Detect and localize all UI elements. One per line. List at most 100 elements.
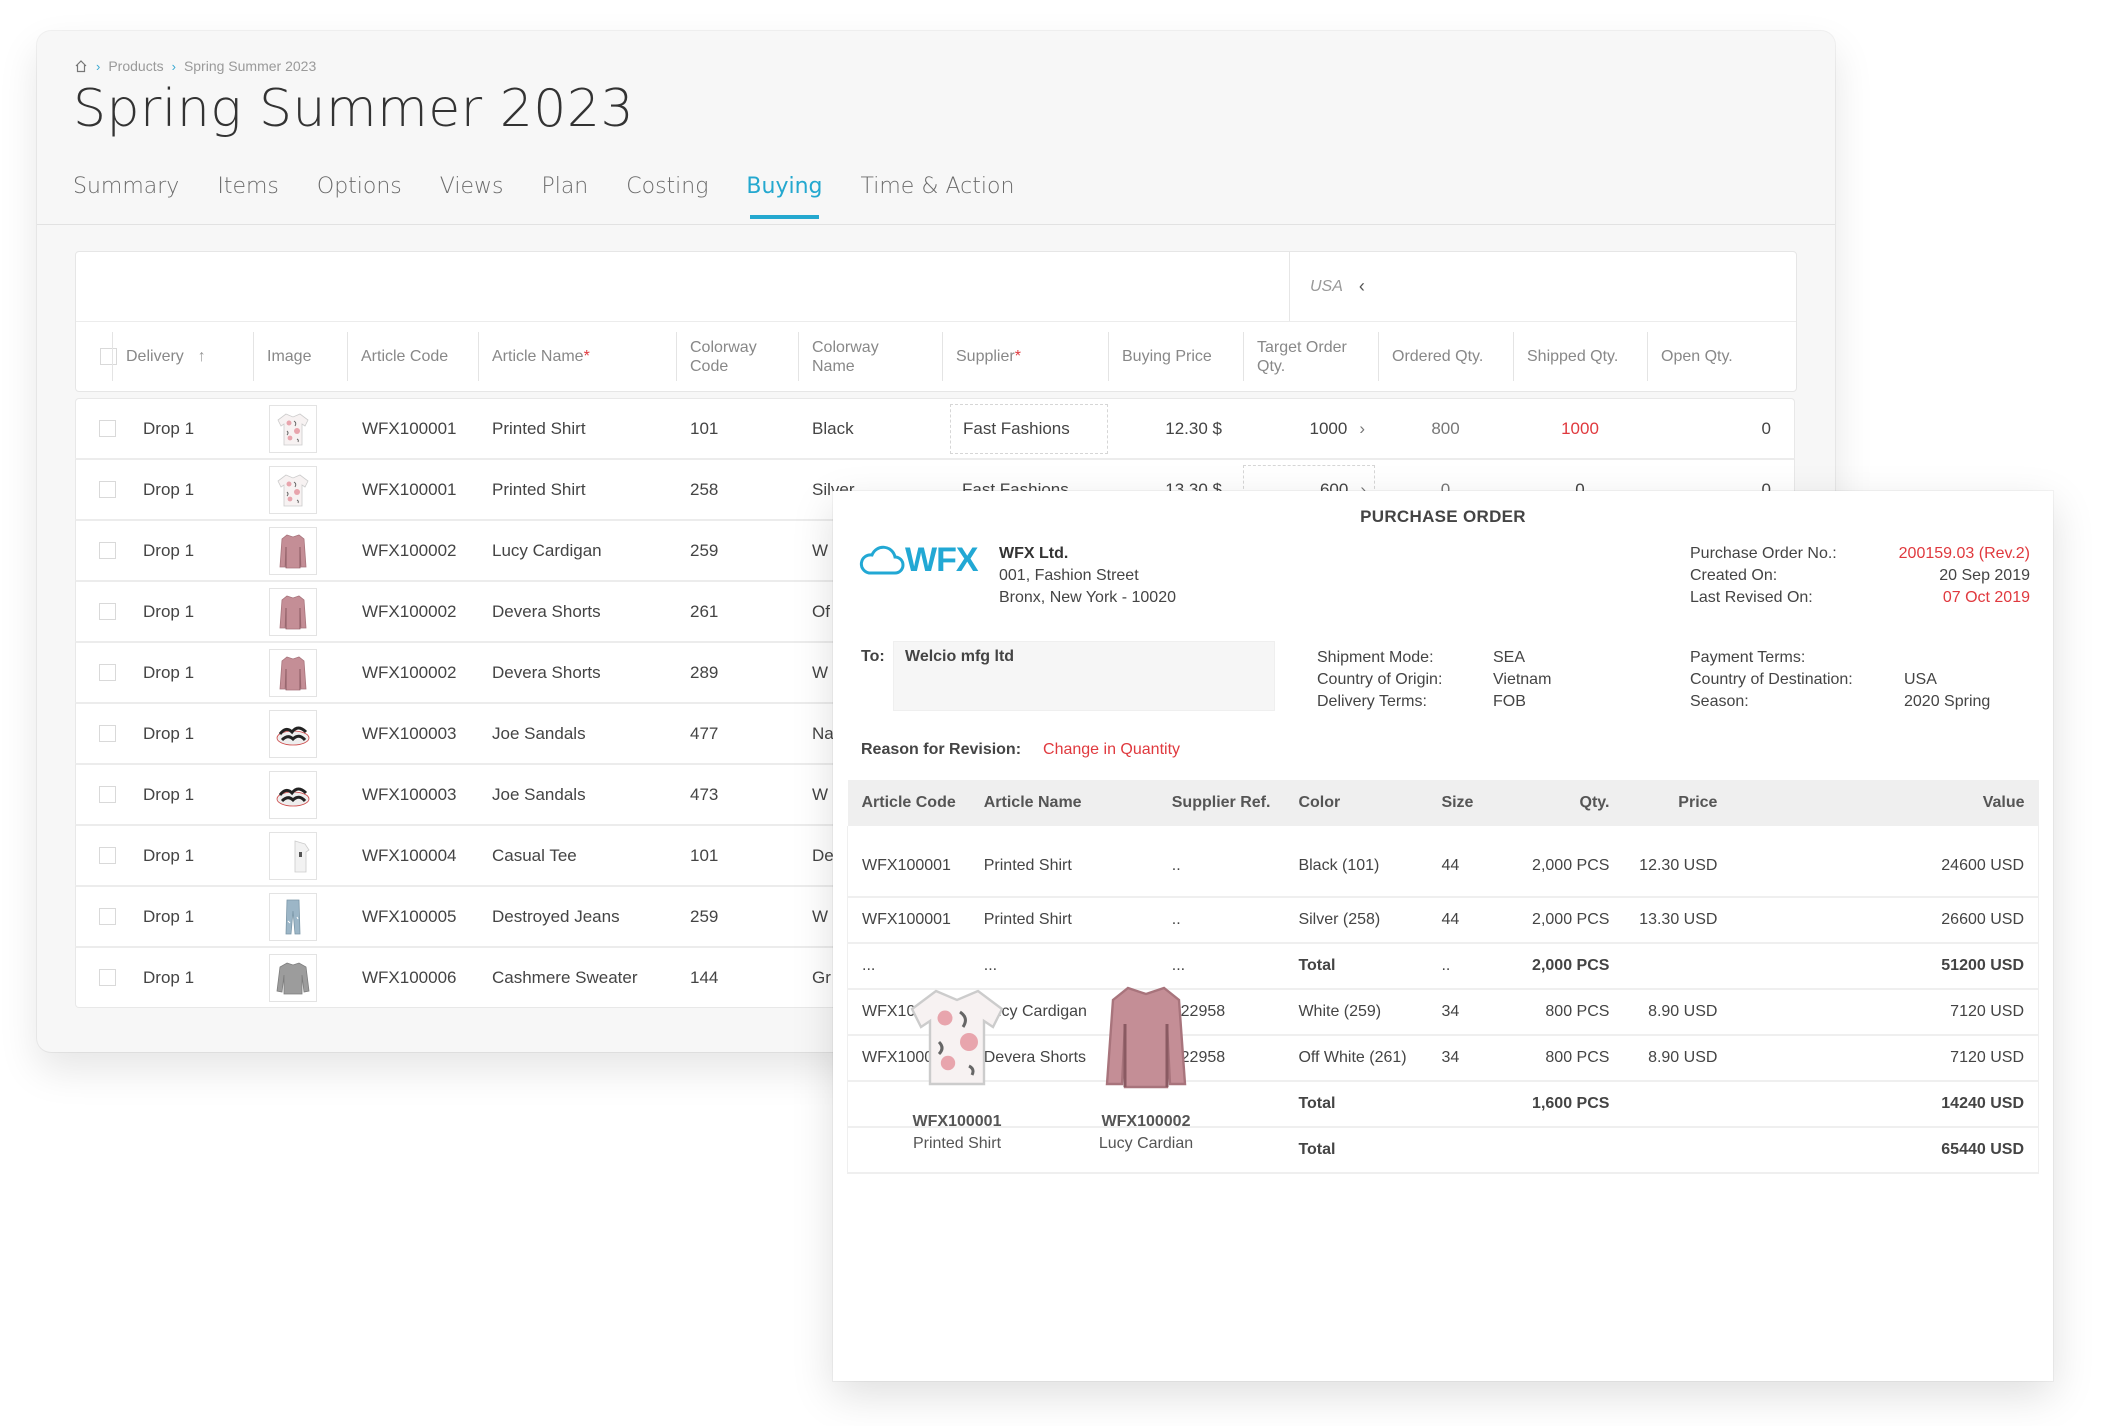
cell-image[interactable] [269,460,317,519]
delivery-terms-value: FOB [1493,693,1526,710]
product-image-printed-shirt [877,971,1037,1101]
company-address-line-2: Bronx, New York - 10020 [999,589,1176,606]
row-select-cell [99,460,116,519]
col-colorway-name[interactable]: Colorway Name [798,322,942,391]
col-ordered-qty[interactable]: Ordered Qty. [1378,322,1513,391]
chevron-right-icon[interactable]: › [1359,419,1365,439]
cell-article-code: WFX100003 [362,723,457,743]
cell-image[interactable] [269,887,317,946]
cell-colorway-name: Black [812,418,854,438]
country-filter[interactable]: USA ‹ [1289,252,1365,321]
table-row[interactable]: Drop 1 WFX100001 Printed Shirt 101 Black… [75,398,1795,458]
product-name: Lucy Cardian [1098,1135,1194,1152]
col-colorway-code-label: Colorway Code [690,338,757,375]
row-checkbox[interactable] [99,725,116,742]
col-shipped-qty[interactable]: Shipped Qty. [1513,322,1647,391]
cell-colorway-code: 258 [690,479,719,499]
chevron-left-icon[interactable]: ‹ [1359,276,1365,297]
po-cell-color: Total [1284,943,1428,990]
cell-article-code: WFX100003 [362,784,457,804]
cell-colorway-code: 101 [690,418,719,438]
po-cell-name: Printed Shirt [969,826,1158,898]
col-image[interactable]: Image [253,322,347,391]
po-title: PURCHASE ORDER [1360,507,1526,526]
cell-colorway-name: De [812,845,834,865]
cell-open-qty: 0 [1761,418,1771,438]
payment-terms-label: Payment Terms: [1690,649,1806,666]
cell-image[interactable] [269,582,317,641]
col-article-name[interactable]: Article Name * [478,322,676,391]
cell-ordered-qty: 800 [1431,418,1460,438]
sort-ascending-icon[interactable]: ↑ [198,347,206,366]
cell-image[interactable] [269,399,317,458]
po-col-article-code: Article Code [847,780,970,826]
company-address: WFX Ltd. 001, Fashion Street Bronx, New … [999,543,1176,609]
po-cell-price [1623,943,1732,990]
cell-image[interactable] [269,826,317,885]
col-supplier-label: Supplier [956,348,1015,365]
shipment-mode-value: SEA [1493,649,1526,666]
po-cell-value: 7120 USD [1731,1035,2040,1082]
home-icon[interactable] [74,59,88,73]
col-target-order-qty[interactable]: Target Order Qty. [1243,322,1378,391]
row-checkbox[interactable] [99,786,116,803]
col-delivery[interactable]: Delivery ↑ [112,322,252,391]
cell-colorway-code: 261 [690,601,719,621]
cell-image[interactable] [269,643,317,702]
po-cell-price: 8.90 USD [1623,989,1732,1036]
cell-image[interactable] [269,704,317,763]
product-code: WFX100002 [1101,1113,1191,1130]
cell-target-order-qty[interactable]: 1000 › [1243,399,1366,458]
shipment-mode-label: Shipment Mode: [1317,649,1434,666]
purchase-order-document: PURCHASE ORDER WFX WFX Ltd. 001, Fashion… [833,491,2053,1381]
cardigan-thumbnail [269,587,317,636]
target-order-qty-value: 1000 [1309,418,1348,438]
breadcrumb-products[interactable]: Products [108,58,163,74]
row-select-cell [99,765,116,824]
cell-image[interactable] [269,765,317,824]
payment-terms-value [1904,647,1990,669]
cell-colorway-code: 473 [690,784,719,804]
sandals-thumbnail [269,770,317,819]
cell-delivery: Drop 1 [143,479,195,499]
season-value: 2020 Spring [1904,693,1991,710]
col-open-qty[interactable]: Open Qty. [1647,322,1796,391]
cell-article-code: WFX100004 [362,845,457,865]
col-article-code[interactable]: Article Code [347,322,478,391]
tab-summary[interactable]: Summary [73,174,179,217]
col-colorway-code[interactable]: Colorway Code [676,322,798,391]
row-checkbox[interactable] [99,542,116,559]
tab-views[interactable]: Views [440,174,504,217]
tab-buying[interactable]: Buying [746,174,823,219]
cell-delivery: Drop 1 [143,784,195,804]
po-cell-code: WFX100001 [846,897,970,944]
tab-plan[interactable]: Plan [541,174,588,217]
cell-image[interactable] [269,521,317,580]
tab-costing[interactable]: Costing [626,174,708,217]
cell-delivery: Drop 1 [143,601,195,621]
po-col-size: Size [1427,780,1496,826]
created-on-value: 20 Sep 2019 [1939,567,2030,584]
company-address-line-1: 001, Fashion Street [999,567,1139,584]
tab-options[interactable]: Options [317,174,402,217]
cell-supplier[interactable]: Fast Fashions [950,399,1108,458]
col-ordered-qty-label: Ordered Qty. [1392,348,1484,365]
row-checkbox[interactable] [99,969,116,986]
revision-reason-value: Change in Quantity [1043,741,1181,758]
col-buying-price[interactable]: Buying Price [1108,322,1243,391]
col-supplier[interactable]: Supplier * [942,322,1108,391]
row-checkbox[interactable] [99,481,116,498]
po-cell-ref: .. [1157,826,1285,898]
row-checkbox[interactable] [99,664,116,681]
po-cell-size: 34 [1427,989,1496,1036]
row-checkbox[interactable] [99,420,116,437]
row-checkbox[interactable] [99,603,116,620]
row-checkbox[interactable] [99,847,116,864]
tab-time-and-action[interactable]: Time & Action [861,174,1015,217]
supplier-field[interactable]: Fast Fashions [950,403,1108,454]
cell-image[interactable] [269,948,317,1007]
tab-items[interactable]: Items [217,174,279,217]
po-cell-price: 8.90 USD [1623,1035,1732,1082]
cell-article-name: Lucy Cardigan [492,540,602,560]
row-checkbox[interactable] [99,908,116,925]
